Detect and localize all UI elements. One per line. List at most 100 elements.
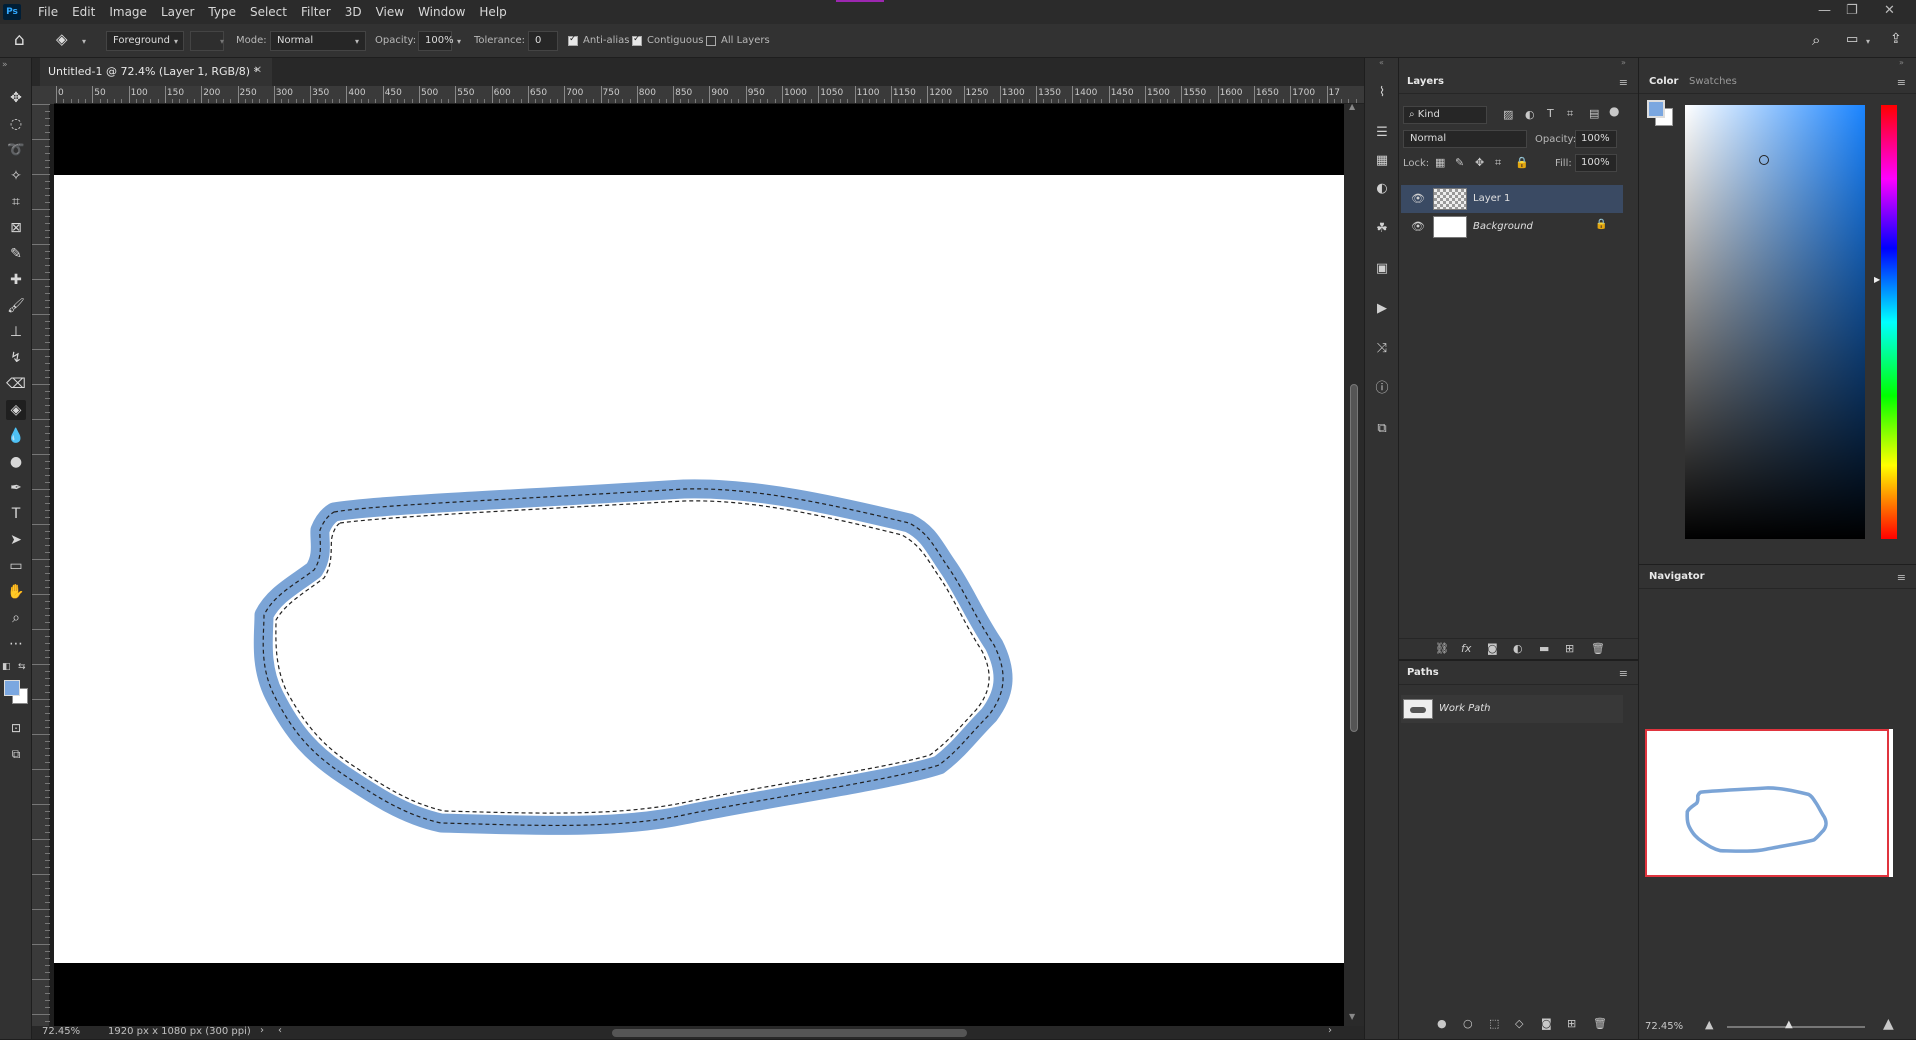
filter-pixel-icon[interactable]: ▨ xyxy=(1503,108,1513,121)
history-brush-tool-icon[interactable]: ↯ xyxy=(6,348,26,368)
trash-icon[interactable]: 🗑 xyxy=(1591,642,1605,655)
path-row-work-path[interactable]: Work Path xyxy=(1401,695,1623,723)
properties-icon[interactable]: ☰ xyxy=(1373,124,1391,142)
crop-tool-icon[interactable]: ⌗ xyxy=(6,192,26,212)
menu-select[interactable]: Select xyxy=(243,5,294,19)
close-icon[interactable]: ✕ xyxy=(1884,3,1895,18)
close-tab-icon[interactable]: ✕ xyxy=(254,65,262,76)
foreground-color-swatch[interactable] xyxy=(4,680,20,696)
lock-pixels-icon[interactable]: ✎ xyxy=(1455,156,1464,169)
collapse-icon[interactable]: » xyxy=(2,60,8,70)
menu-image[interactable]: Image xyxy=(102,5,154,19)
layer-filter-select[interactable]: ⌕ Kind xyxy=(1403,106,1487,124)
new-path-icon[interactable]: ⊞ xyxy=(1567,1017,1576,1030)
opacity-input[interactable]: 100% xyxy=(418,31,454,51)
mode-select[interactable]: Normal xyxy=(270,31,366,51)
tab-paths[interactable]: Paths xyxy=(1407,667,1439,678)
zoom-tool-icon[interactable]: ⌕ xyxy=(6,608,26,628)
stamp-tool-icon[interactable]: ⊥ xyxy=(6,322,26,342)
menu-layer[interactable]: Layer xyxy=(154,5,201,19)
foreground-color-swatch[interactable] xyxy=(1647,100,1665,118)
restore-icon[interactable]: ❐ xyxy=(1846,3,1858,18)
make-work-path-icon[interactable]: ◇ xyxy=(1515,1017,1523,1030)
canvas-area[interactable] xyxy=(54,104,1364,1026)
default-colors-icon[interactable]: ◧ xyxy=(2,662,11,672)
eyedropper-tool-icon[interactable]: ✎ xyxy=(6,244,26,264)
fill-source-select[interactable]: Foreground xyxy=(106,31,184,51)
brush-tool-icon[interactable]: 🖌 xyxy=(6,296,26,316)
filter-toggle-icon[interactable]: ● xyxy=(1609,104,1619,118)
screen-mode-icon[interactable]: ⧉ xyxy=(6,744,26,764)
filter-adjustment-icon[interactable]: ◐ xyxy=(1525,108,1535,121)
type-tool-icon[interactable]: T xyxy=(6,504,26,524)
navigator-view-box[interactable] xyxy=(1645,729,1889,877)
horizontal-scroll-thumb[interactable] xyxy=(612,1029,967,1037)
filter-smart-object-icon[interactable]: ▤ xyxy=(1589,107,1599,120)
actions-icon[interactable]: ▶ xyxy=(1373,300,1391,318)
scroll-up-icon[interactable]: ▲ xyxy=(1349,102,1355,111)
panel-menu-icon[interactable]: ≡ xyxy=(1897,76,1906,89)
collapse-icon[interactable]: » xyxy=(1621,58,1626,67)
zoom-readout[interactable]: 72.45% xyxy=(42,1026,80,1037)
home-icon[interactable]: ⌂ xyxy=(14,30,25,50)
vertical-scrollbar[interactable]: ▲ ▼ xyxy=(1344,102,1364,1026)
menu-filter[interactable]: Filter xyxy=(294,5,338,19)
lock-transparency-icon[interactable]: ▦ xyxy=(1435,156,1445,169)
tab-color[interactable]: Color xyxy=(1649,76,1678,87)
load-selection-icon[interactable]: ⬚ xyxy=(1489,1017,1499,1030)
new-layer-icon[interactable]: ⊞ xyxy=(1565,642,1574,655)
visibility-eye-icon[interactable]: 👁 xyxy=(1411,192,1425,205)
panel-menu-icon[interactable]: ≡ xyxy=(1897,571,1906,584)
swap-colors-icon[interactable]: ⇆ xyxy=(18,662,26,672)
adjustment-layer-icon[interactable]: ◐ xyxy=(1513,642,1523,655)
navigator-zoom-readout[interactable]: 72.45% xyxy=(1645,1021,1683,1032)
collapse-icon[interactable]: « xyxy=(1379,58,1384,67)
zoom-in-icon[interactable]: ▲ xyxy=(1883,1016,1894,1032)
dodge-tool-icon[interactable]: ● xyxy=(6,452,26,472)
marquee-tool-icon[interactable]: ◌ xyxy=(6,114,26,134)
add-mask-icon[interactable]: ◙ xyxy=(1541,1017,1552,1030)
channels-icon[interactable]: ☘ xyxy=(1373,220,1391,238)
blend-mode-select[interactable]: Normal xyxy=(1403,130,1527,148)
contiguous-checkbox[interactable] xyxy=(632,34,642,46)
link-layers-icon[interactable]: ⛓ xyxy=(1435,642,1449,655)
tab-layers[interactable]: Layers xyxy=(1407,76,1444,87)
artboard[interactable] xyxy=(54,175,1344,963)
brush-settings-icon[interactable]: ⌇ xyxy=(1373,84,1391,102)
blur-tool-icon[interactable]: 💧 xyxy=(6,426,26,446)
zoom-slider-thumb[interactable]: ▲ xyxy=(1785,1019,1793,1030)
chevron-right-icon[interactable]: › xyxy=(260,1025,264,1036)
menu-help[interactable]: Help xyxy=(472,5,513,19)
share-icon[interactable]: ⇪ xyxy=(1890,31,1902,47)
panel-menu-icon[interactable]: ≡ xyxy=(1619,76,1628,89)
magic-wand-tool-icon[interactable]: ✧ xyxy=(6,166,26,186)
visibility-eye-icon[interactable]: 👁 xyxy=(1411,220,1425,233)
hand-tool-icon[interactable]: ✋ xyxy=(6,582,26,602)
fx-icon[interactable]: fx xyxy=(1461,642,1471,655)
history-icon[interactable]: ⤨ xyxy=(1373,340,1391,358)
adjustments-icon[interactable]: ◐ xyxy=(1373,180,1391,198)
menu-3d[interactable]: 3D xyxy=(338,5,369,19)
pattern-picker[interactable] xyxy=(190,31,224,51)
hue-slider[interactable] xyxy=(1881,105,1897,539)
frame-tool-icon[interactable]: ⊠ xyxy=(6,218,26,238)
paint-bucket-tool-icon[interactable]: ◈ xyxy=(6,400,26,420)
menu-file[interactable]: File xyxy=(31,5,65,19)
menu-window[interactable]: Window xyxy=(411,5,472,19)
fill-path-icon[interactable]: ● xyxy=(1437,1017,1447,1030)
menu-view[interactable]: View xyxy=(369,5,411,19)
layer-row-background[interactable]: 👁 Background 🔒 xyxy=(1401,213,1623,241)
document-tab[interactable]: Untitled-1 @ 72.4% (Layer 1, RGB/8) * ✕ xyxy=(40,58,272,86)
group-folder-icon[interactable]: ▬ xyxy=(1539,642,1549,655)
layer-opacity-input[interactable]: 100% xyxy=(1575,130,1617,148)
more-tools-icon[interactable]: ⋯ xyxy=(6,634,26,654)
workspace-icon[interactable]: ▭ xyxy=(1846,32,1858,47)
scroll-left-icon[interactable]: ‹ xyxy=(278,1025,282,1036)
vertical-scroll-thumb[interactable] xyxy=(1350,384,1358,732)
panel-menu-icon[interactable]: ≡ xyxy=(1619,667,1628,680)
rectangle-tool-icon[interactable]: ▭ xyxy=(6,556,26,576)
menu-edit[interactable]: Edit xyxy=(65,5,102,19)
info-icon[interactable]: ⓘ xyxy=(1373,380,1391,398)
trash-icon[interactable]: 🗑 xyxy=(1593,1017,1607,1030)
lock-all-icon[interactable]: 🔒 xyxy=(1515,156,1529,169)
